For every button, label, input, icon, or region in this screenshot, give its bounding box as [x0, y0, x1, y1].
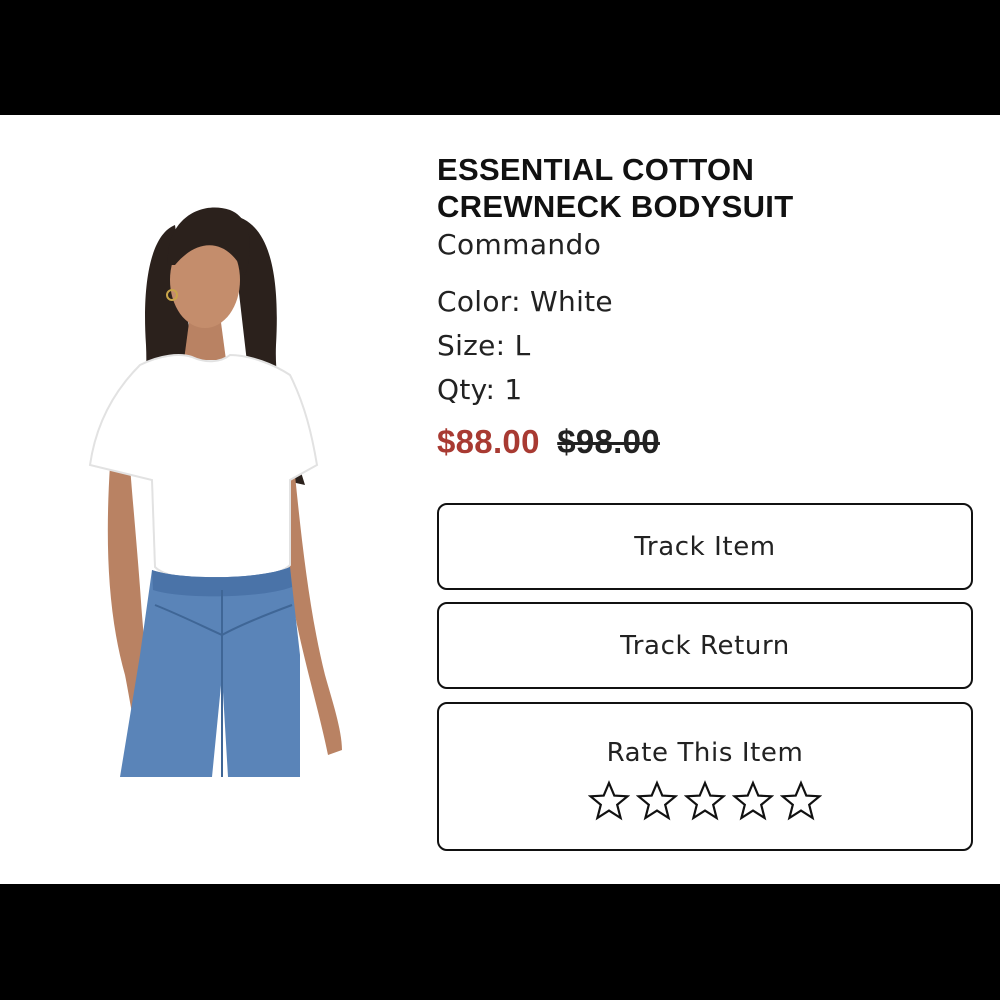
track-item-button[interactable]: Track Item: [437, 503, 973, 590]
product-attributes: Color: White Size: L Qty: 1: [437, 280, 982, 412]
original-price: $98.00: [557, 423, 660, 460]
product-size: Size: L: [437, 329, 531, 362]
star-outline-icon[interactable]: [732, 780, 774, 822]
rate-item-label: Rate This Item: [606, 738, 804, 768]
product-title-line: CREWNECK BODYSUIT: [437, 189, 794, 224]
star-outline-icon[interactable]: [636, 780, 678, 822]
track-return-button[interactable]: Track Return: [437, 602, 973, 689]
product-qty: Qty: 1: [437, 373, 523, 406]
product-image: [80, 195, 370, 777]
star-outline-icon[interactable]: [684, 780, 726, 822]
product-info: ESSENTIAL COTTON CREWNECK BODYSUIT Comma…: [437, 151, 982, 462]
star-rating: [439, 780, 971, 822]
price-block: $88.00 $98.00: [437, 422, 982, 462]
star-outline-icon[interactable]: [780, 780, 822, 822]
rate-item-panel: Rate This Item: [437, 702, 973, 851]
sale-price: $88.00: [437, 423, 540, 460]
star-outline-icon[interactable]: [588, 780, 630, 822]
order-item-card: ESSENTIAL COTTON CREWNECK BODYSUIT Comma…: [0, 115, 1000, 884]
product-title: ESSENTIAL COTTON CREWNECK BODYSUIT: [437, 151, 982, 225]
product-brand: Commando: [437, 228, 602, 261]
screen: ESSENTIAL COTTON CREWNECK BODYSUIT Comma…: [0, 0, 1000, 1000]
product-title-line: ESSENTIAL COTTON: [437, 152, 755, 187]
product-color: Color: White: [437, 285, 613, 318]
